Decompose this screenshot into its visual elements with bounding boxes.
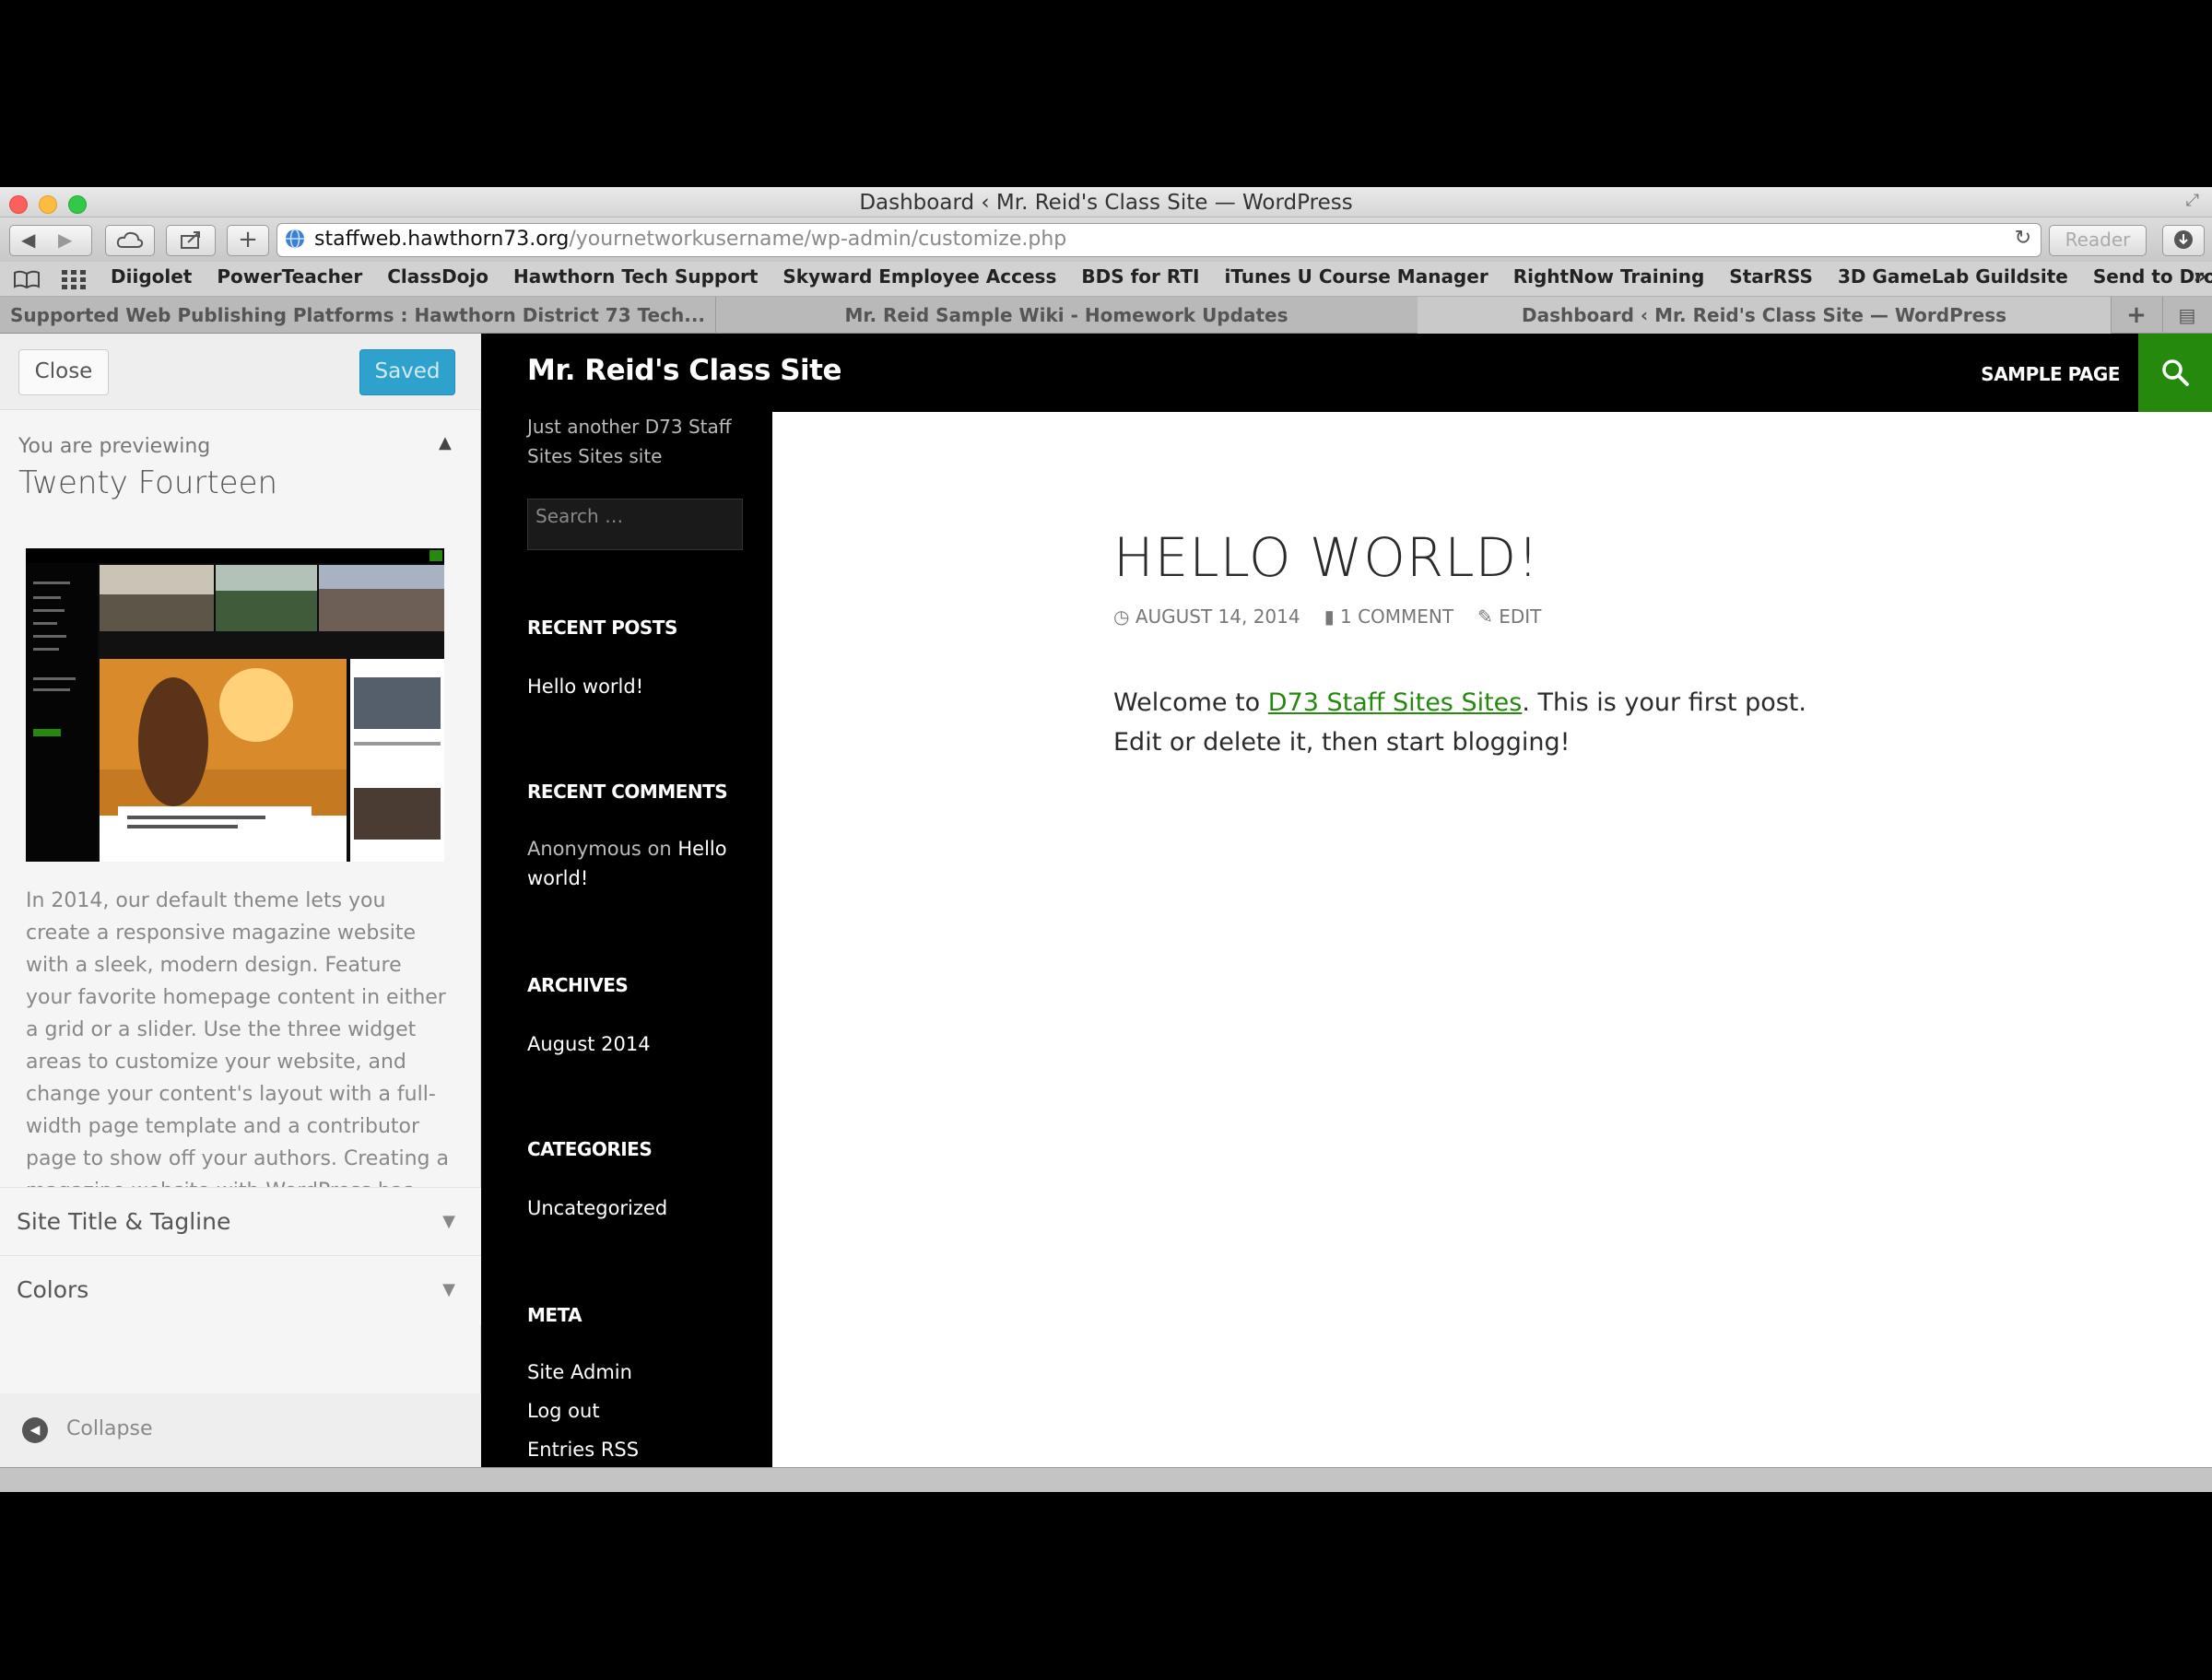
expand-arrow-icon: ▼	[442, 1212, 455, 1231]
section-label: Site Title & Tagline	[17, 1208, 231, 1235]
tab-dashboard[interactable]: Dashboard ‹ Mr. Reid's Class Site — Word…	[1418, 297, 2112, 334]
section-colors[interactable]: Colors ▼	[0, 1255, 481, 1324]
clock-icon: ◷	[1113, 605, 1130, 628]
site-title[interactable]: Mr. Reid's Class Site	[527, 354, 842, 387]
bookmark-item[interactable]: StarRSS	[1729, 265, 1813, 288]
post-body-link[interactable]: D73 Staff Sites Sites	[1268, 688, 1523, 717]
url-path: /yournetworkusername/wp-admin/customize.…	[569, 228, 1067, 251]
top-sites-icon[interactable]	[61, 269, 87, 289]
browser-toolbar: ◀ ▶ + staffweb.hawthorn73.org/yournetwor…	[0, 217, 2212, 262]
archive-link[interactable]: August 2014	[527, 1029, 739, 1059]
bookmark-item[interactable]: ClassDojo	[387, 265, 488, 288]
reading-list-icon[interactable]	[13, 269, 41, 289]
widget-title-archives: ARCHIVES	[527, 974, 629, 996]
post-body-text: Welcome to	[1113, 688, 1268, 717]
sidebar-search-input[interactable]: Search …	[527, 499, 743, 550]
post-comments[interactable]: ▮ 1 COMMENT	[1324, 605, 1454, 628]
fullscreen-icon[interactable]: ⤢	[2186, 191, 2199, 210]
saved-button[interactable]: Saved	[359, 349, 455, 395]
theme-screenshot	[26, 548, 444, 862]
nav-sample-page[interactable]: SAMPLE PAGE	[1981, 363, 2120, 385]
collapse-button[interactable]: ◀ Collapse	[0, 1393, 481, 1467]
tab-sample-wiki[interactable]: Mr. Reid Sample Wiki - Homework Updates	[715, 297, 1418, 334]
back-icon[interactable]: ◀	[21, 226, 35, 253]
comment-author: Anonymous	[527, 838, 641, 860]
collapse-info-arrow-icon[interactable]: ▲	[439, 433, 452, 452]
site-sidebar: Just another D73 Staff Sites Sites site …	[481, 412, 772, 1467]
post-date-text: AUGUST 14, 2014	[1135, 605, 1300, 628]
post-edit-text: EDIT	[1499, 605, 1542, 628]
window-titlebar: Dashboard ‹ Mr. Reid's Class Site — Word…	[0, 187, 2212, 217]
section-label: Colors	[17, 1276, 89, 1303]
header-search-button[interactable]	[2138, 334, 2212, 412]
share-button[interactable]	[166, 225, 216, 256]
recent-post-link[interactable]: Hello world!	[527, 672, 739, 701]
downloads-button[interactable]	[2162, 225, 2205, 256]
more-bookmarks-icon[interactable]: »	[2194, 265, 2206, 288]
bookmark-item[interactable]: Diigolet	[111, 265, 192, 288]
window-title: Dashboard ‹ Mr. Reid's Class Site — Word…	[859, 191, 1353, 215]
bookmark-item[interactable]: Hawthorn Tech Support	[513, 265, 758, 288]
meta-link-entries-rss[interactable]: Entries RSS	[527, 1435, 739, 1464]
expand-arrow-icon: ▼	[442, 1280, 455, 1299]
bookmark-item[interactable]: 3D GameLab Guildsite	[1838, 265, 2068, 288]
new-tab-button[interactable]: +	[227, 225, 269, 256]
comment-icon: ▮	[1324, 605, 1335, 628]
bookmark-item[interactable]: BDS for RTI	[1081, 265, 1199, 288]
site-header: Mr. Reid's Class Site SAMPLE PAGE	[481, 334, 2212, 412]
post-meta: ◷ AUGUST 14, 2014 ▮ 1 COMMENT ✎ EDIT	[1113, 605, 1541, 628]
close-button[interactable]: Close	[18, 349, 109, 395]
previewing-label: You are previewing	[18, 435, 211, 458]
widget-title-recent-posts: RECENT POSTS	[527, 617, 677, 639]
downloads-icon	[2174, 230, 2193, 249]
post-edit[interactable]: ✎ EDIT	[1477, 605, 1541, 628]
bookmarks-bar: Diigolet PowerTeacher ClassDojo Hawthorn…	[0, 262, 2212, 297]
comment-on: on	[647, 838, 672, 860]
share-icon	[181, 231, 200, 249]
tab-bar: Supported Web Publishing Platforms : Haw…	[0, 297, 2212, 334]
reader-button[interactable]: Reader	[2049, 225, 2147, 256]
customizer-panel: Close Saved You are previewing ▲ Twenty …	[0, 334, 481, 1467]
browser-status-bar	[0, 1467, 2212, 1492]
globe-icon	[286, 229, 304, 249]
search-icon	[2162, 359, 2189, 386]
site-content: HELLO WORLD! ◷ AUGUST 14, 2014 ▮ 1 COMME…	[772, 412, 2212, 1467]
bookmark-item[interactable]: RightNow Training	[1513, 265, 1705, 288]
bookmark-item[interactable]: PowerTeacher	[217, 265, 362, 288]
forward-icon[interactable]: ▶	[58, 226, 72, 253]
bookmark-list: Diigolet PowerTeacher ClassDojo Hawthorn…	[111, 265, 2212, 288]
recent-comment: Anonymous on Hello world!	[527, 834, 739, 893]
theme-name: Twenty Fourteen	[18, 464, 278, 501]
tab-web-publishing[interactable]: Supported Web Publishing Platforms : Haw…	[0, 297, 716, 334]
new-tab-plus-icon[interactable]: +	[2111, 297, 2163, 334]
bookmark-item[interactable]: Skyward Employee Access	[782, 265, 1056, 288]
section-site-title-tagline[interactable]: Site Title & Tagline ▼	[0, 1187, 481, 1256]
bookmark-item[interactable]: iTunes U Course Manager	[1224, 265, 1488, 288]
category-link[interactable]: Uncategorized	[527, 1193, 739, 1223]
reload-icon[interactable]: ↻	[2015, 227, 2031, 250]
post-body: Welcome to D73 Staff Sites Sites. This i…	[1113, 683, 1851, 762]
theme-screenshot-image	[26, 548, 444, 862]
widget-title-meta: META	[527, 1304, 582, 1326]
widget-title-categories: CATEGORIES	[527, 1138, 653, 1160]
widget-title-recent-comments: RECENT COMMENTS	[527, 781, 728, 803]
url-text: staffweb.hawthorn73.org/yournetworkusern…	[314, 228, 1066, 251]
post-date[interactable]: ◷ AUGUST 14, 2014	[1113, 605, 1300, 628]
back-forward-group: ◀ ▶	[9, 225, 92, 256]
customizer-header: Close Saved	[0, 334, 481, 410]
pencil-icon: ✎	[1477, 605, 1493, 628]
url-host: staffweb.hawthorn73.org	[314, 228, 570, 251]
post-comments-text: 1 COMMENT	[1339, 605, 1454, 628]
meta-link-log-out[interactable]: Log out	[527, 1396, 739, 1426]
address-bar[interactable]: staffweb.hawthorn73.org/yournetworkusern…	[276, 223, 2041, 257]
meta-link-site-admin[interactable]: Site Admin	[527, 1357, 739, 1387]
tab-overview-icon[interactable]: ▤	[2162, 297, 2212, 334]
cloud-icon	[116, 231, 144, 248]
post-title[interactable]: HELLO WORLD!	[1113, 526, 1539, 589]
collapse-label: Collapse	[66, 1417, 153, 1440]
collapse-arrow-icon: ◀	[22, 1417, 48, 1443]
site-tagline: Just another D73 Staff Sites Sites site	[527, 416, 732, 467]
icloud-tabs-button[interactable]	[105, 225, 155, 256]
